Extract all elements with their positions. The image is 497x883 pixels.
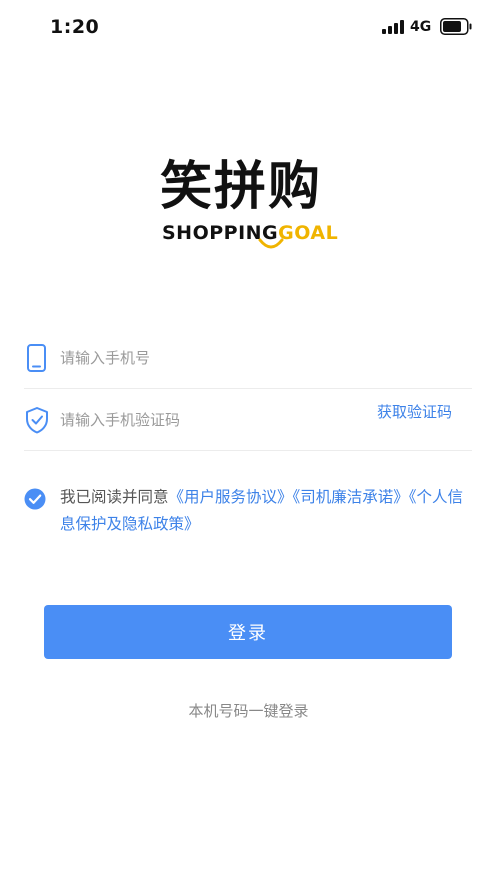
agreement-prefix: 我已阅读并同意	[60, 488, 169, 506]
shield-check-icon	[26, 407, 48, 434]
app-logo: 笑拼购 SHOPPINGGOAL	[150, 155, 350, 255]
network-type-label: 4G	[410, 19, 432, 35]
driver-integrity-pledge-link[interactable]: 《司机廉洁承诺》	[293, 488, 409, 506]
agreement-text: 我已阅读并同意《用户服务协议》《司机廉洁承诺》《个人信息保护及隐私政策》	[60, 484, 464, 538]
logo-english-name: SHOPPINGGOAL	[162, 221, 338, 245]
verification-code-input[interactable]	[60, 404, 350, 436]
one-click-login-link[interactable]: 本机号码一键登录	[0, 700, 497, 721]
user-service-agreement-link[interactable]: 《用户服务协议》	[169, 488, 293, 506]
logo-smile-icon	[258, 238, 284, 249]
logo-chinese-name: 笑拼购	[160, 157, 323, 217]
login-button[interactable]: 登录	[44, 605, 452, 659]
status-bar: 1:20 4G	[0, 0, 497, 54]
phone-field	[24, 328, 472, 389]
get-code-button[interactable]: 获取验证码	[377, 402, 452, 422]
status-time: 1:20	[50, 16, 100, 38]
cellular-signal-icon	[382, 20, 404, 34]
agreement-checkbox-checked-icon[interactable]	[24, 488, 46, 510]
mobile-phone-icon	[27, 344, 46, 372]
battery-icon	[440, 18, 472, 35]
logo-english-gold: GOAL	[278, 222, 339, 244]
verification-code-field: 获取验证码	[24, 390, 472, 451]
phone-input[interactable]	[60, 342, 350, 374]
